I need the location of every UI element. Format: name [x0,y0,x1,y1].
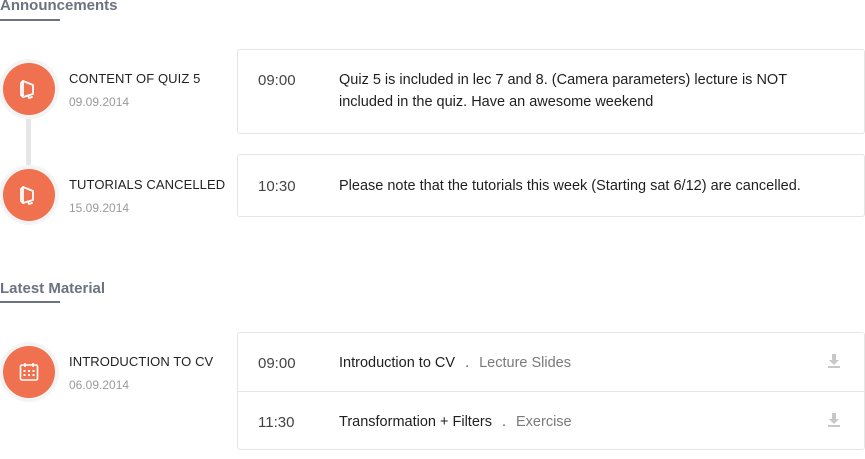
download-icon[interactable] [826,353,842,369]
material-type: Lecture Slides [479,355,571,371]
announcements-heading: Announcements [0,0,118,14]
material-time: 09:00 [258,355,296,372]
megaphone-icon [20,80,34,99]
calendar-icon [19,363,39,381]
material-separator: . [465,355,470,371]
announcement-message: Quiz 5 is included in lec 7 and 8. (Came… [339,72,787,110]
announcement-card: 09:00 Quiz 5 is included in lec 7 and 8.… [237,49,865,134]
material-row: 11:30 Transformation + Filters. Exercise [238,391,864,449]
announcement-date: 15.09.2014 [69,201,130,215]
announcement-message: Please note that the tutorials this week… [339,178,801,194]
material-card: 09:00 Introduction to CV. Lecture Slides … [237,332,865,450]
material-name[interactable]: Introduction to CV [339,355,455,371]
megaphone-icon [20,186,34,205]
material-name[interactable]: Transformation + Filters [339,414,492,430]
announcement-card: 10:30 Please note that the tutorials thi… [237,154,865,217]
announcement-megaphone-circle [3,63,55,115]
material-date: 06.09.2014 [69,378,130,392]
material-time: 11:30 [258,414,295,431]
announcement-time: 10:30 [258,178,296,195]
announcement-megaphone-circle [3,169,55,221]
announcement-date: 09.09.2014 [69,95,130,109]
latest-material-heading: Latest Material [0,280,106,297]
material-row: 09:00 Introduction to CV. Lecture Slides [238,333,864,391]
announcements-heading-underline [0,19,60,21]
latest-material-heading-underline [0,301,60,303]
material-type: Exercise [516,414,572,430]
material-description: Transformation + Filters. Exercise [339,411,839,433]
material-separator: . [501,414,506,430]
material-calendar-circle [3,346,55,398]
announcement-title[interactable]: CONTENT OF QUIZ 5 [69,71,200,86]
material-title[interactable]: INTRODUCTION TO CV [69,354,213,369]
announcement-time: 09:00 [258,72,296,89]
download-icon[interactable] [826,412,842,428]
material-description: Introduction to CV. Lecture Slides [339,352,839,374]
announcement-title[interactable]: TUTORIALS CANCELLED [69,177,225,192]
